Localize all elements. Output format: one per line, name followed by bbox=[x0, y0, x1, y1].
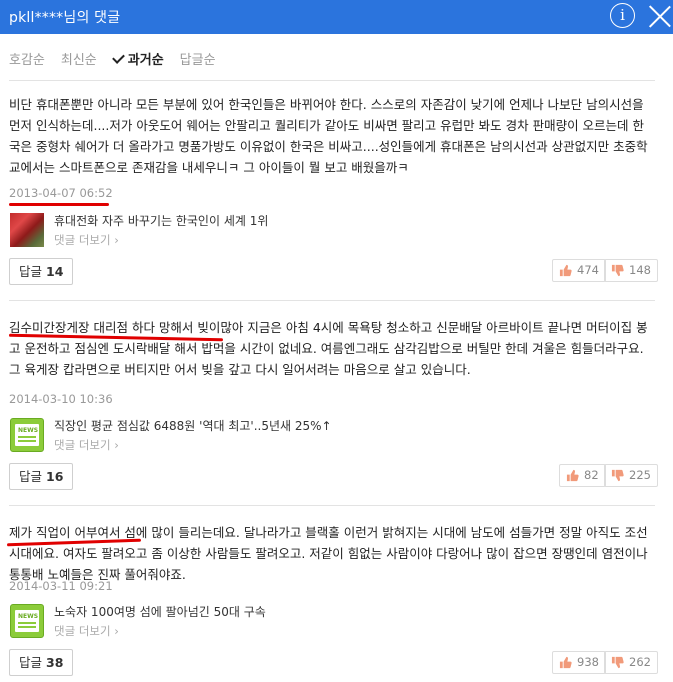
news-line bbox=[18, 622, 36, 624]
reply-button[interactable]: 답글 16 bbox=[9, 463, 74, 490]
comment-text: 비단 휴대폰뿐만 아니라 모든 부분에 있어 한국인들은 바뀌어야 한다. 스스… bbox=[9, 97, 648, 175]
reply-button[interactable]: 답글 38 bbox=[9, 649, 74, 676]
more-comments-label: 댓글 더보기 bbox=[54, 233, 111, 247]
comment-date: 2014-03-10 10:36 bbox=[9, 392, 113, 406]
more-comments-label: 댓글 더보기 bbox=[54, 624, 111, 638]
info-icon[interactable]: i bbox=[610, 3, 635, 28]
tab-oldest[interactable]: 과거순 bbox=[111, 49, 164, 69]
comment-date: 2014-03-11 09:21 bbox=[9, 579, 113, 593]
comment-date: 2013-04-07 06:52 bbox=[9, 186, 113, 200]
like-button[interactable]: 82 bbox=[559, 464, 606, 487]
tab-newest[interactable]: 최신순 bbox=[61, 49, 97, 69]
tab-replies[interactable]: 답글순 bbox=[180, 49, 216, 69]
close-icon[interactable] bbox=[648, 4, 672, 28]
divider bbox=[9, 300, 655, 301]
news-icon[interactable]: NEWS bbox=[10, 604, 44, 638]
news-icon[interactable]: NEWS bbox=[10, 418, 44, 452]
news-title-link[interactable]: 직장인 평균 점심값 6488원 '역대 최고'..5년새 25%↑ bbox=[54, 417, 332, 434]
dislike-button[interactable]: 148 bbox=[604, 259, 658, 282]
news-icon-label: NEWS bbox=[18, 613, 39, 620]
more-comments-link[interactable]: 댓글 더보기 › bbox=[54, 623, 119, 639]
reply-count: 16 bbox=[46, 469, 64, 484]
news-line bbox=[18, 626, 36, 628]
news-title-link[interactable]: 휴대전화 자주 바꾸기는 한국인이 세계 1위 bbox=[54, 212, 268, 229]
dislike-count: 262 bbox=[629, 655, 651, 669]
comment-text: 김수미간장게장 대리점 하다 망해서 빚이많아 지금은 아침 4시에 목욕탕 청… bbox=[9, 320, 648, 377]
tab-oldest-label: 과거순 bbox=[127, 53, 164, 68]
reply-label: 답글 bbox=[19, 264, 43, 279]
like-button[interactable]: 474 bbox=[552, 259, 606, 282]
more-comments-link[interactable]: 댓글 더보기 › bbox=[54, 232, 119, 248]
news-paper-shape: NEWS bbox=[15, 610, 39, 632]
thumbs-down-icon bbox=[611, 656, 624, 669]
divider bbox=[9, 505, 655, 506]
thumbs-up-icon bbox=[559, 264, 572, 277]
news-title-link[interactable]: 노숙자 100여명 섬에 팔아넘긴 50대 구속 bbox=[54, 603, 266, 620]
dislike-button[interactable]: 262 bbox=[604, 651, 658, 674]
news-thumbnail[interactable] bbox=[10, 213, 44, 247]
like-button[interactable]: 938 bbox=[552, 651, 606, 674]
divider bbox=[9, 80, 655, 81]
thumbs-down-icon bbox=[611, 264, 624, 277]
more-comments-link[interactable]: 댓글 더보기 › bbox=[54, 437, 119, 453]
reply-label: 답글 bbox=[19, 655, 43, 670]
dislike-button[interactable]: 225 bbox=[604, 464, 658, 487]
news-icon-label: NEWS bbox=[18, 427, 39, 434]
red-underline-annotation bbox=[9, 203, 109, 206]
like-count: 82 bbox=[584, 468, 599, 482]
like-count: 474 bbox=[577, 263, 599, 277]
thumbs-up-icon bbox=[559, 656, 572, 669]
comment-text: 제가 직업이 어부여서 섬에 많이 들리는데요. 달나라가고 블랙홀 이런거 밝… bbox=[9, 525, 648, 582]
reply-label: 답글 bbox=[19, 469, 43, 484]
reply-count: 14 bbox=[46, 264, 64, 279]
more-comments-label: 댓글 더보기 bbox=[54, 438, 111, 452]
news-paper-shape: NEWS bbox=[15, 424, 39, 446]
news-line bbox=[18, 436, 36, 438]
tab-likes[interactable]: 호감순 bbox=[9, 49, 45, 69]
thumbs-up-icon bbox=[566, 469, 579, 482]
reply-button[interactable]: 답글 14 bbox=[9, 258, 74, 285]
check-icon bbox=[111, 51, 125, 64]
news-line bbox=[18, 440, 36, 442]
dislike-count: 225 bbox=[629, 468, 651, 482]
thumbs-down-icon bbox=[611, 469, 624, 482]
dislike-count: 148 bbox=[629, 263, 651, 277]
reply-count: 38 bbox=[46, 655, 64, 670]
like-count: 938 bbox=[577, 655, 599, 669]
sort-tabs: 호감순 최신순 과거순 답글순 bbox=[9, 49, 232, 69]
page-title: pkll****님의 댓글 bbox=[9, 10, 121, 26]
header-bar: pkll****님의 댓글 i bbox=[0, 0, 673, 34]
